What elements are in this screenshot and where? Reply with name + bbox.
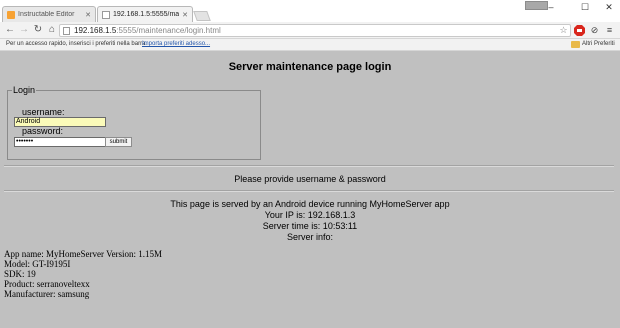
page-title: Server maintenance page login <box>228 61 392 73</box>
folder-icon <box>571 41 580 48</box>
maximize-button[interactable]: ☐ <box>574 1 596 13</box>
forward-arrow-icon[interactable]: → <box>18 24 30 36</box>
home-icon[interactable]: ⌂ <box>46 24 58 36</box>
tab-maintenance-login[interactable]: 192.168.1.5:5555/maintena ✕ <box>97 6 193 22</box>
bookmark-star-icon[interactable]: ☆ <box>558 25 569 36</box>
page-info-icon[interactable] <box>63 27 70 35</box>
back-arrow-icon[interactable]: ← <box>4 24 16 36</box>
product-text: Product: serranoveltexx <box>4 279 90 289</box>
submit-button[interactable]: submit <box>105 137 132 147</box>
login-fieldset: Login username: Android password: ••••••… <box>7 85 261 160</box>
password-input[interactable]: ••••••• <box>14 137 106 147</box>
manufacturer-text: Manufacturer: samsung <box>4 289 90 299</box>
address-bar[interactable]: 192.168.1.5:5555/maintenance/login.html <box>59 24 571 37</box>
model-text: Model: GT-I9195I <box>4 259 71 269</box>
status-message: Please provide username & password <box>234 174 386 184</box>
new-tab-button[interactable] <box>193 11 211 21</box>
other-bookmarks-folder[interactable]: Altri Preferiti <box>571 39 615 50</box>
bookmarks-bar: Per un accesso rapido, inserisci i prefe… <box>0 39 620 51</box>
browser-toolbar: ← → ↻ ⌂ 192.168.1.5:5555/maintenance/log… <box>0 22 620 39</box>
adblock-icon[interactable] <box>574 25 585 36</box>
tab-title: Instructable Editor <box>18 11 75 18</box>
app-name-text: App name: MyHomeServer Version: 1.15M <box>4 249 163 259</box>
other-bookmarks-label: Altri Preferiti <box>582 41 615 47</box>
url-host: 192.168.1.5 <box>74 26 117 35</box>
tab-instructable-editor[interactable]: Instructable Editor ✕ <box>2 6 96 22</box>
blocked-icon[interactable]: ⊘ <box>589 25 600 36</box>
tab-title: 192.168.1.5:5555/maintena <box>113 11 180 18</box>
divider <box>4 190 614 192</box>
bookmarks-hint: Per un accesso rapido, inserisci i prefe… <box>6 41 148 47</box>
divider <box>4 165 614 167</box>
login-legend: Login <box>12 85 37 95</box>
your-ip-text: Your IP is: 192.168.1.3 <box>264 210 356 220</box>
import-bookmarks-link[interactable]: Importa preferiti adesso... <box>142 39 210 50</box>
sdk-text: SDK: 19 <box>4 269 36 279</box>
page-content: Server maintenance page login Login user… <box>0 52 620 328</box>
window-close-button[interactable]: ✕ <box>598 1 620 13</box>
page-favicon-icon <box>102 10 110 19</box>
instructables-favicon-icon <box>7 10 15 19</box>
url-path: :5555/maintenance/login.html <box>116 26 221 35</box>
reload-icon[interactable]: ↻ <box>32 24 44 36</box>
server-time-text: Server time is: 10:53:11 <box>262 221 358 231</box>
close-icon[interactable]: ✕ <box>85 11 91 19</box>
minimize-button[interactable]: – <box>540 1 562 13</box>
password-label: password: <box>22 126 64 136</box>
menu-icon[interactable]: ≡ <box>604 25 615 36</box>
browser-titlebar: Instructable Editor ✕ 192.168.1.5:5555/m… <box>0 0 620 22</box>
server-info-label: Server info: <box>286 232 334 242</box>
served-by-text: This page is served by an Android device… <box>170 199 450 209</box>
close-icon[interactable]: ✕ <box>182 11 188 19</box>
username-label: username: <box>22 107 65 117</box>
